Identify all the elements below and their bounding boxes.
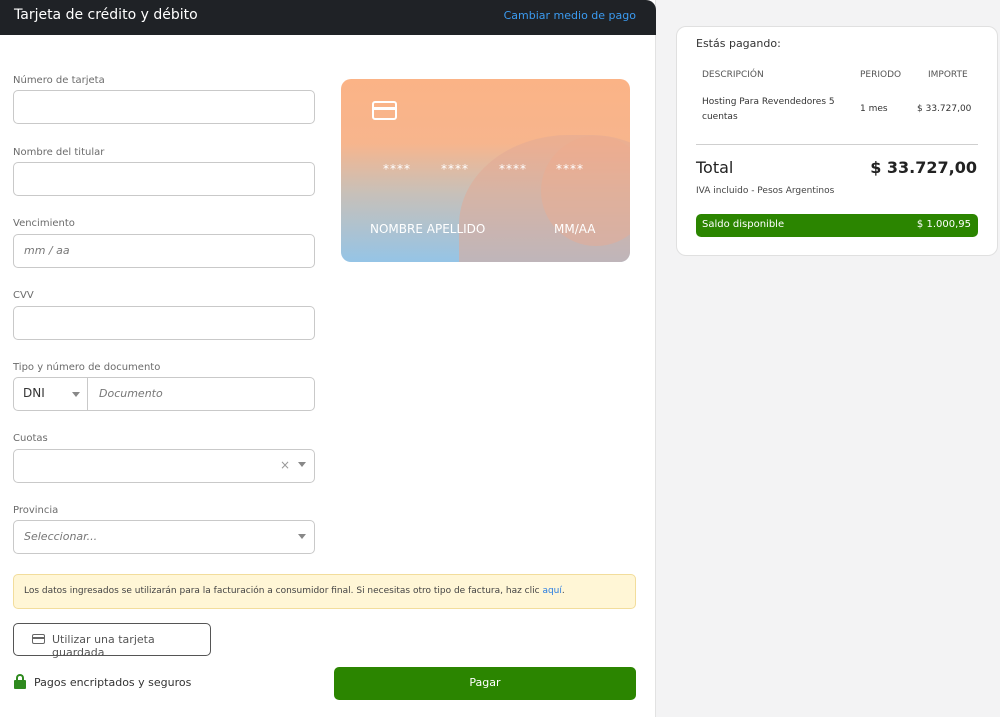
- summary-heading: Estás pagando:: [696, 37, 781, 50]
- chevron-down-icon[interactable]: [298, 462, 306, 467]
- holder-name-label: Nombre del titular: [13, 147, 105, 158]
- balance-label: Saldo disponible: [702, 219, 785, 230]
- column-header-period: PERIODO: [860, 70, 902, 80]
- card-number-group: ****: [556, 162, 584, 176]
- document-number-placeholder: Documento: [99, 387, 163, 400]
- province-select[interactable]: Seleccionar...: [13, 520, 315, 554]
- item-description: Hosting Para Revendedores 5: [702, 97, 835, 107]
- item-period: 1 mes: [860, 104, 888, 114]
- use-saved-card-label: Utilizar una tarjeta guardada: [52, 633, 155, 659]
- holder-name-input[interactable]: [13, 162, 315, 196]
- installments-label: Cuotas: [13, 433, 48, 444]
- pay-button-label: Pagar: [469, 676, 501, 689]
- document-type-value: DNI: [23, 386, 45, 400]
- expiry-placeholder: mm / aa: [24, 244, 70, 257]
- page-title: Tarjeta de crédito y débito: [14, 7, 198, 23]
- card-holder-name: NOMBRE APELLIDO: [370, 222, 486, 236]
- cvv-input[interactable]: [13, 306, 315, 340]
- pay-button[interactable]: Pagar: [334, 667, 636, 700]
- province-placeholder: Seleccionar...: [24, 530, 98, 543]
- card-number-group: ****: [499, 162, 527, 176]
- card-expiry: MM/AA: [554, 222, 596, 236]
- clear-icon[interactable]: ×: [280, 458, 290, 472]
- invoice-type-link[interactable]: aquí: [542, 586, 561, 596]
- total-label: Total: [696, 158, 734, 177]
- card-number-label: Número de tarjeta: [13, 75, 105, 86]
- card-number-input[interactable]: [13, 90, 315, 124]
- balance-value: $ 1.000,95: [916, 219, 971, 230]
- saved-card-icon: [32, 634, 45, 644]
- document-group: DNI Documento: [13, 377, 315, 411]
- province-label: Provincia: [13, 505, 59, 516]
- tax-note: IVA incluido - Pesos Argentinos: [696, 186, 835, 196]
- item-description: cuentas: [702, 112, 738, 122]
- total-value: $ 33.727,00: [870, 158, 977, 177]
- order-summary: Estás pagando: DESCRIPCIÓN PERIODO IMPOR…: [676, 26, 998, 256]
- card-preview: **** **** **** **** NOMBRE APELLIDO MM/A…: [341, 79, 630, 262]
- document-type-select[interactable]: DNI: [14, 378, 88, 410]
- document-number-input[interactable]: Documento: [89, 378, 314, 410]
- lock-icon: [14, 674, 26, 689]
- header-bar: Tarjeta de crédito y débito Cambiar medi…: [0, 0, 656, 35]
- chevron-down-icon[interactable]: [298, 534, 306, 539]
- secure-payments-text: Pagos encriptados y seguros: [34, 676, 192, 689]
- notice-end: .: [561, 586, 565, 596]
- column-header-description: DESCRIPCIÓN: [702, 70, 764, 80]
- credit-card-icon: [372, 101, 397, 120]
- change-payment-method-link[interactable]: Cambiar medio de pago: [504, 9, 636, 22]
- card-number-group: ****: [383, 162, 411, 176]
- item-amount: $ 33.727,00: [917, 104, 972, 114]
- billing-notice: Los datos ingresados se utilizarán para …: [13, 574, 636, 609]
- notice-text: Los datos ingresados se utilizarán para …: [24, 586, 543, 596]
- document-label: Tipo y número de documento: [13, 362, 161, 373]
- payment-form-panel: Tarjeta de crédito y débito Cambiar medi…: [0, 0, 656, 717]
- billing-notice-text: Los datos ingresados se utilizarán para …: [24, 586, 565, 596]
- card-number-group: ****: [441, 162, 469, 176]
- use-saved-card-button[interactable]: Utilizar una tarjeta guardada: [13, 623, 211, 659]
- available-balance: Saldo disponible $ 1.000,95: [696, 214, 978, 237]
- expiry-input[interactable]: mm / aa: [13, 234, 315, 268]
- installments-select[interactable]: ×: [13, 449, 315, 483]
- column-header-amount: IMPORTE: [928, 70, 968, 80]
- expiry-label: Vencimiento: [13, 218, 75, 229]
- divider: [696, 144, 978, 145]
- cvv-label: CVV: [13, 290, 34, 301]
- chevron-down-icon: [72, 392, 80, 397]
